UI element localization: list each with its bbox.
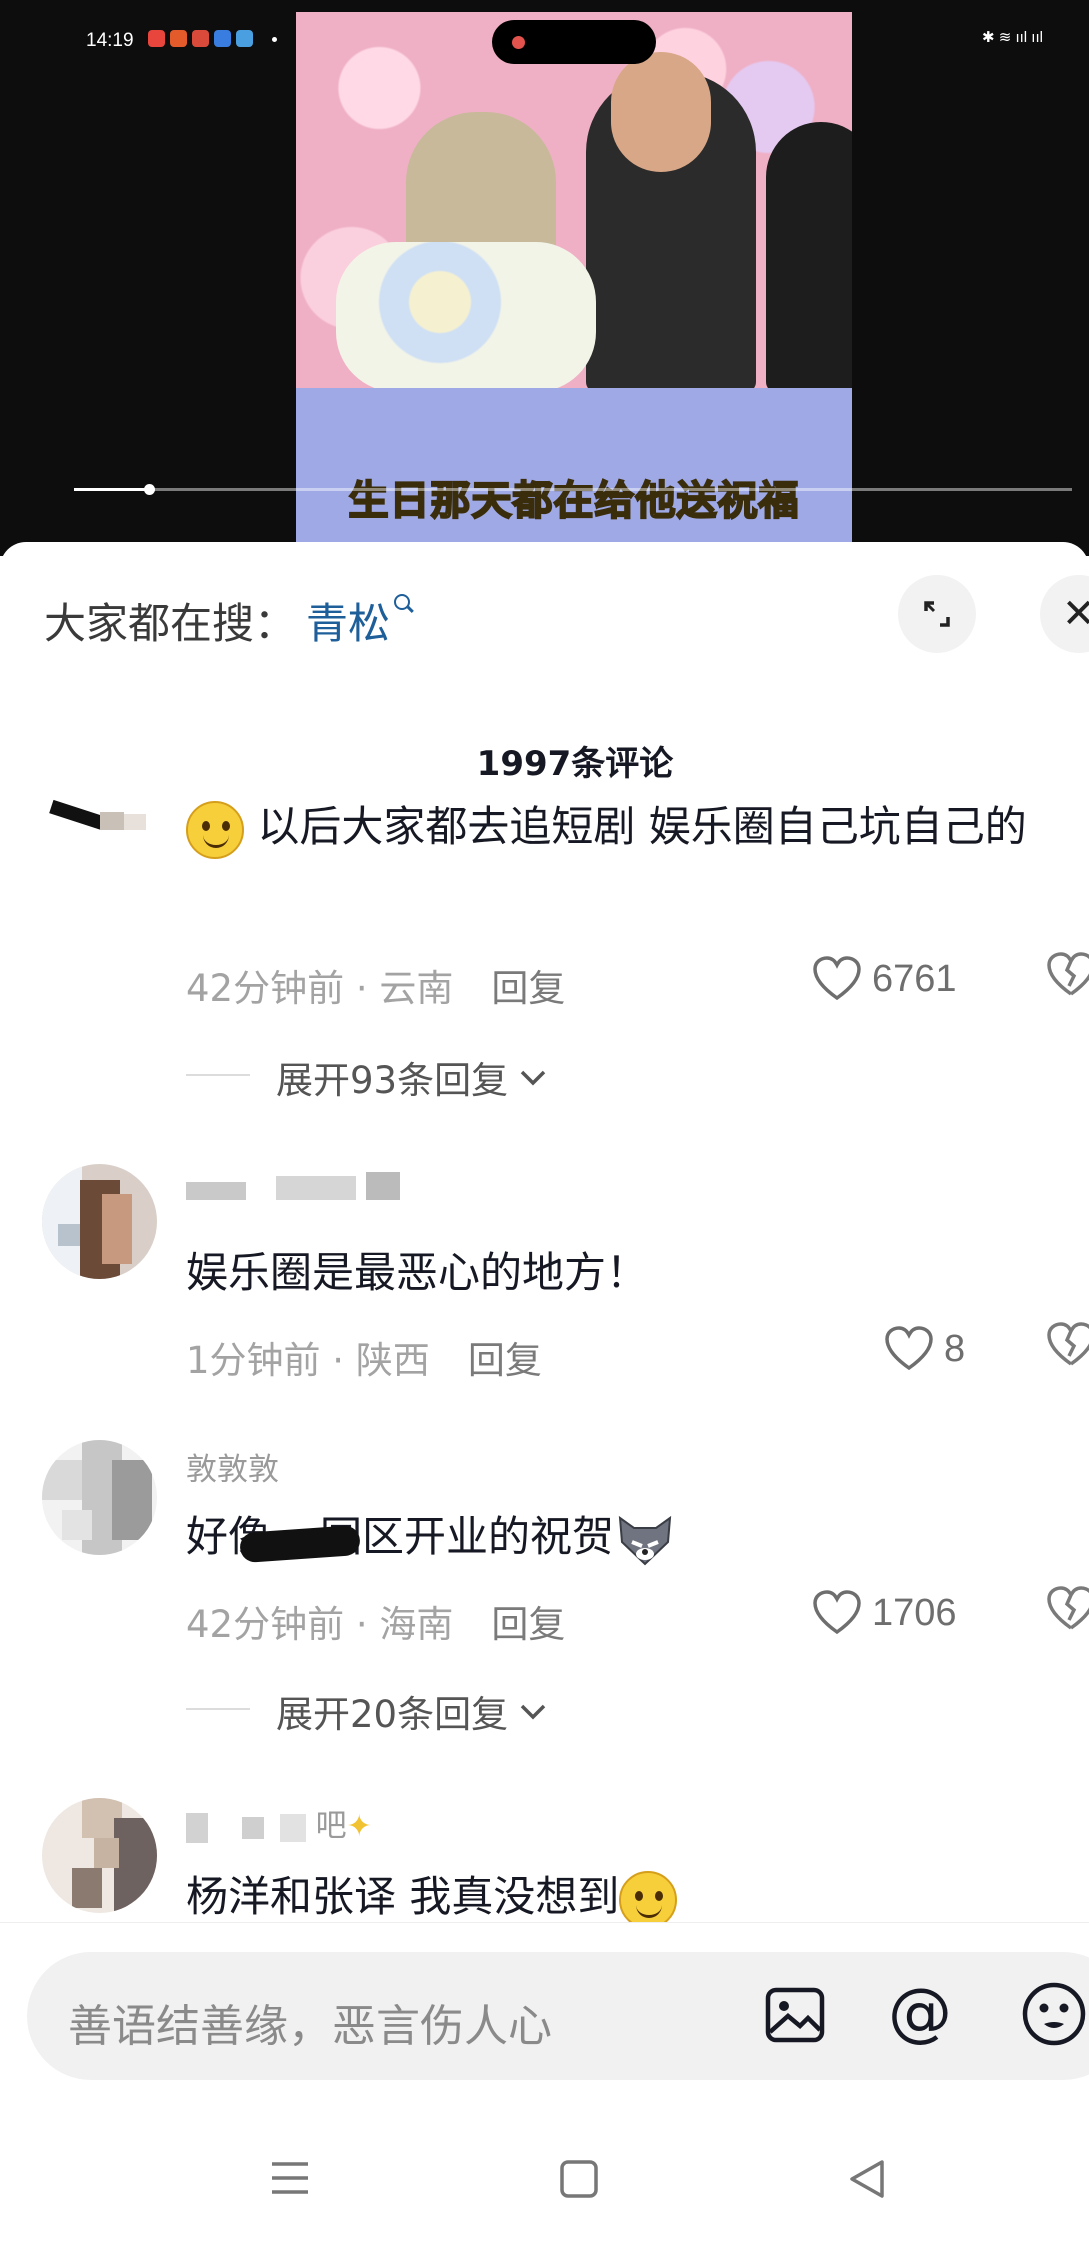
search-suggestion-term[interactable]: 青松 [306,599,390,648]
search-suggestion-label: 大家都在搜： [44,599,297,648]
wolf-emoji-icon [618,1515,672,1565]
video-person-face [611,52,711,172]
video-frame [296,12,852,542]
username[interactable]: 敦敦敦 [186,1444,279,1489]
expand-replies-label: 展开20条回复 [276,1693,509,1736]
app-notification-icon [236,30,253,47]
expand-replies-label: 展开93条回复 [276,1059,509,1102]
image-icon [765,1987,825,2043]
avatar[interactable] [42,1440,157,1555]
like-count: 6761 [872,957,957,1000]
recording-dot [512,36,525,49]
video-bouquet [336,242,596,392]
back-icon[interactable] [846,2158,888,2200]
username[interactable] [186,1172,400,1208]
chevron-down-icon [520,1704,546,1720]
status-right-icons: ✱ ≋ ııl ııl [982,29,1043,46]
comment-meta: 1分钟前 · 陕西 回复 [186,1330,542,1384]
comment-text: 娱乐圈是最恶心的地方！ [186,1248,649,1297]
more-notifications-dot [272,37,277,42]
broken-heart-icon [1047,1322,1089,1366]
video-progress-fill [74,488,149,491]
video-caption: 生日那天都在给他送祝福 [348,477,800,525]
search-suggestion[interactable]: 大家都在搜： 青松 [44,590,414,651]
dislike-button[interactable] [1046,1322,1089,1379]
dislike-button[interactable] [1046,1586,1089,1643]
video-player[interactable]: 生日那天都在给他送祝福 14:19 ✱ ≋ ııl ııl [0,0,1089,556]
home-icon[interactable] [558,2158,600,2200]
expand-replies[interactable]: 展开93条回复 [186,1050,550,1104]
expand-replies[interactable]: 展开20条回复 [186,1684,550,1738]
like-button[interactable]: 8 [884,1326,965,1372]
comment-input-placeholder: 善语结善缘，恶言伤人心 [68,2001,552,2052]
grin-emoji-icon [619,1870,678,1929]
app-notification-icon [170,30,187,47]
comment-meta: 42分钟前 · 海南 回复 [186,1594,565,1648]
dislike-button[interactable] [1046,952,1089,1009]
close-icon: ✕ [1062,591,1089,637]
comment-text: 好像 园区开业的祝贺 [186,1500,1089,1574]
search-icon [394,594,414,614]
app-notification-icon [148,30,165,47]
broken-heart-icon [1047,952,1089,996]
broken-heart-icon [1047,1586,1089,1630]
like-count: 1706 [872,1591,957,1634]
menu-icon[interactable] [268,2158,312,2198]
video-progress-handle[interactable] [144,484,155,495]
mention-button[interactable]: @ [888,1976,952,2050]
like-button[interactable]: 6761 [812,956,957,1002]
comment-time-location: 1分钟前 · 陕西 [186,1339,430,1382]
comment-text: 以后大家都去追短剧 娱乐圈自己坑自己的 [186,790,1089,864]
comment-time-location: 42分钟前 · 海南 [186,1603,454,1646]
like-count: 8 [944,1327,966,1370]
status-time: 14:19 [86,30,134,51]
avatar[interactable] [42,790,157,840]
chevron-down-icon [520,1070,546,1086]
image-button[interactable] [762,1982,828,2048]
emoji-icon [1022,1982,1086,2046]
reply-button[interactable]: 回复 [491,967,565,1010]
avatar[interactable] [42,1164,157,1279]
sparkle-emoji-icon: ✦ [346,1809,372,1844]
video-progress-track[interactable] [74,488,1072,491]
expand-icon [924,601,950,627]
expand-button[interactable] [898,575,976,653]
reply-button[interactable]: 回复 [491,1603,565,1646]
notification-icons [148,30,253,47]
video-person [766,122,852,392]
like-button[interactable]: 1706 [812,1590,957,1636]
app-notification-icon [214,30,231,47]
heart-icon [813,956,861,1001]
divider [186,1074,250,1076]
system-navigation-bar [0,2120,1089,2242]
smile-emoji-icon [186,800,244,859]
reply-button[interactable]: 回复 [468,1339,542,1382]
avatar[interactable] [42,1798,157,1913]
comment-time-location: 42分钟前 · 云南 [186,967,454,1010]
username[interactable]: 吧✦ [186,1800,372,1845]
heart-icon [813,1590,861,1635]
emoji-button[interactable] [1020,1980,1088,2048]
app-notification-icon [192,30,209,47]
comment-meta: 42分钟前 · 云南 回复 [186,958,565,1012]
comment-count: 1997条评论 [476,744,674,784]
divider [186,1708,250,1710]
heart-icon [885,1326,933,1371]
